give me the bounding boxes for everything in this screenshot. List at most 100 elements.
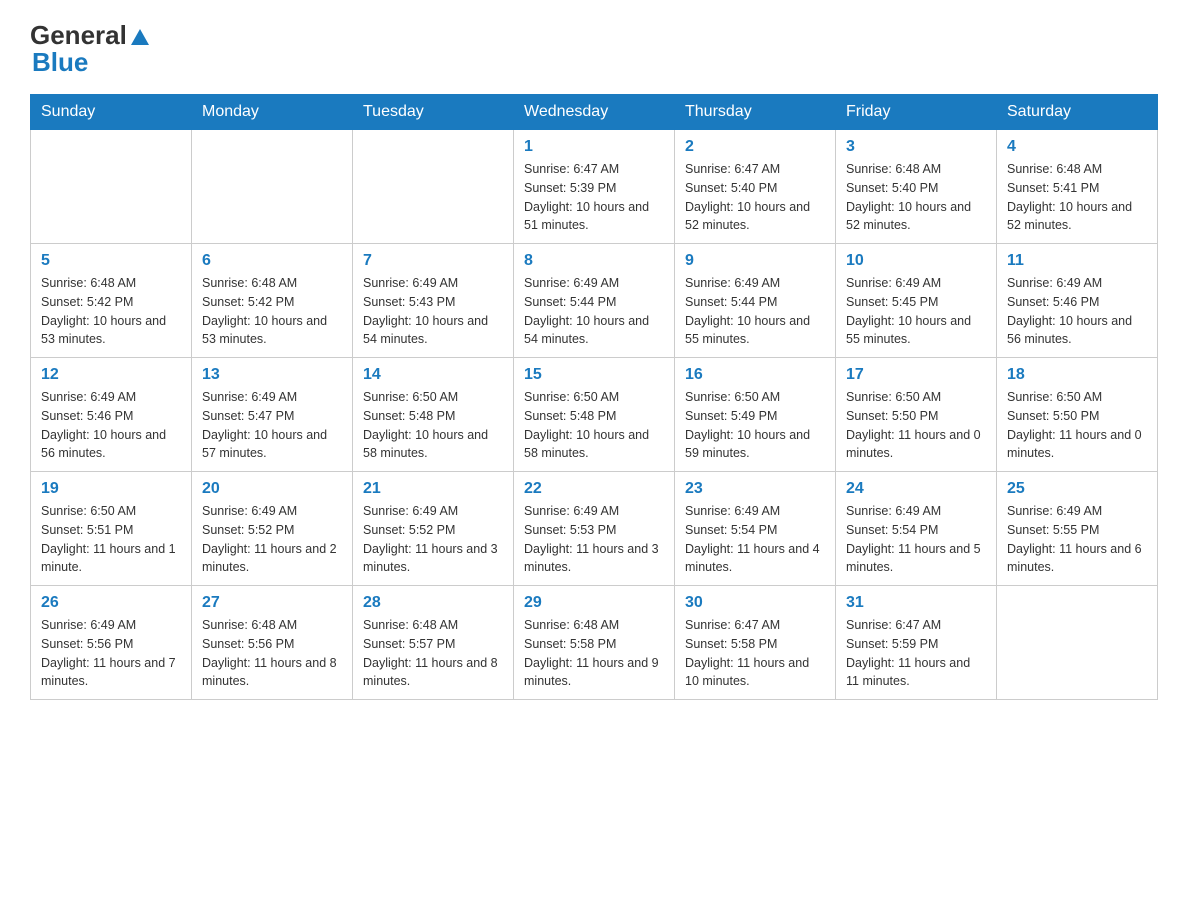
calendar-cell: 3 Sunrise: 6:48 AM Sunset: 5:40 PM Daylig…	[836, 130, 997, 244]
calendar-cell: 25 Sunrise: 6:49 AM Sunset: 5:55 PM Dayli…	[997, 472, 1158, 586]
day-info: Sunrise: 6:47 AM Sunset: 5:59 PM Dayligh…	[846, 616, 986, 691]
day-number: 17	[846, 366, 986, 384]
day-info: Sunrise: 6:47 AM Sunset: 5:39 PM Dayligh…	[524, 160, 664, 235]
day-info: Sunrise: 6:48 AM Sunset: 5:58 PM Dayligh…	[524, 616, 664, 691]
calendar-table: SundayMondayTuesdayWednesdayThursdayFrid…	[30, 94, 1158, 700]
day-number: 18	[1007, 366, 1147, 384]
calendar-cell: 24 Sunrise: 6:49 AM Sunset: 5:54 PM Dayli…	[836, 472, 997, 586]
day-info: Sunrise: 6:48 AM Sunset: 5:40 PM Dayligh…	[846, 160, 986, 235]
day-info: Sunrise: 6:48 AM Sunset: 5:42 PM Dayligh…	[202, 274, 342, 349]
day-info: Sunrise: 6:49 AM Sunset: 5:53 PM Dayligh…	[524, 502, 664, 577]
day-info: Sunrise: 6:48 AM Sunset: 5:41 PM Dayligh…	[1007, 160, 1147, 235]
logo: General Blue	[30, 20, 151, 78]
logo-triangle-icon	[129, 26, 151, 48]
day-number: 31	[846, 594, 986, 612]
calendar-cell: 6 Sunrise: 6:48 AM Sunset: 5:42 PM Daylig…	[192, 244, 353, 358]
day-number: 22	[524, 480, 664, 498]
calendar-week-row: 5 Sunrise: 6:48 AM Sunset: 5:42 PM Daylig…	[31, 244, 1158, 358]
calendar-week-row: 12 Sunrise: 6:49 AM Sunset: 5:46 PM Dayli…	[31, 358, 1158, 472]
calendar-cell: 21 Sunrise: 6:49 AM Sunset: 5:52 PM Dayli…	[353, 472, 514, 586]
day-info: Sunrise: 6:50 AM Sunset: 5:48 PM Dayligh…	[524, 388, 664, 463]
calendar-cell: 17 Sunrise: 6:50 AM Sunset: 5:50 PM Dayli…	[836, 358, 997, 472]
day-number: 16	[685, 366, 825, 384]
day-info: Sunrise: 6:47 AM Sunset: 5:58 PM Dayligh…	[685, 616, 825, 691]
calendar-week-row: 1 Sunrise: 6:47 AM Sunset: 5:39 PM Daylig…	[31, 130, 1158, 244]
day-number: 19	[41, 480, 181, 498]
day-number: 12	[41, 366, 181, 384]
day-number: 10	[846, 252, 986, 270]
day-info: Sunrise: 6:50 AM Sunset: 5:50 PM Dayligh…	[846, 388, 986, 463]
calendar-cell: 31 Sunrise: 6:47 AM Sunset: 5:59 PM Dayli…	[836, 586, 997, 700]
calendar-cell: 28 Sunrise: 6:48 AM Sunset: 5:57 PM Dayli…	[353, 586, 514, 700]
day-number: 3	[846, 138, 986, 156]
calendar-cell: 13 Sunrise: 6:49 AM Sunset: 5:47 PM Dayli…	[192, 358, 353, 472]
day-number: 25	[1007, 480, 1147, 498]
day-number: 7	[363, 252, 503, 270]
day-number: 8	[524, 252, 664, 270]
day-info: Sunrise: 6:49 AM Sunset: 5:43 PM Dayligh…	[363, 274, 503, 349]
calendar-cell: 27Sunrise: 6:48 AM Sunset: 5:56 PM Dayli…	[192, 586, 353, 700]
calendar-week-row: 26 Sunrise: 6:49 AM Sunset: 5:56 PM Dayli…	[31, 586, 1158, 700]
calendar-cell: 12 Sunrise: 6:49 AM Sunset: 5:46 PM Dayli…	[31, 358, 192, 472]
day-info: Sunrise: 6:49 AM Sunset: 5:46 PM Dayligh…	[41, 388, 181, 463]
day-number: 29	[524, 594, 664, 612]
day-info: Sunrise: 6:48 AM Sunset: 5:57 PM Dayligh…	[363, 616, 503, 691]
day-number: 27	[202, 594, 342, 612]
day-number: 6	[202, 252, 342, 270]
calendar-header-row: SundayMondayTuesdayWednesdayThursdayFrid…	[31, 95, 1158, 130]
calendar-cell: 19 Sunrise: 6:50 AM Sunset: 5:51 PM Dayli…	[31, 472, 192, 586]
column-header-sunday: Sunday	[31, 95, 192, 130]
day-info: Sunrise: 6:49 AM Sunset: 5:45 PM Dayligh…	[846, 274, 986, 349]
day-number: 24	[846, 480, 986, 498]
calendar-cell: 11 Sunrise: 6:49 AM Sunset: 5:46 PM Dayli…	[997, 244, 1158, 358]
day-number: 11	[1007, 252, 1147, 270]
day-info: Sunrise: 6:49 AM Sunset: 5:54 PM Dayligh…	[846, 502, 986, 577]
calendar-cell: 14Sunrise: 6:50 AM Sunset: 5:48 PM Dayli…	[353, 358, 514, 472]
day-info: Sunrise: 6:49 AM Sunset: 5:47 PM Dayligh…	[202, 388, 342, 463]
day-number: 14	[363, 366, 503, 384]
calendar-cell: 23Sunrise: 6:49 AM Sunset: 5:54 PM Dayli…	[675, 472, 836, 586]
day-number: 4	[1007, 138, 1147, 156]
calendar-cell: 2 Sunrise: 6:47 AM Sunset: 5:40 PM Daylig…	[675, 130, 836, 244]
day-number: 28	[363, 594, 503, 612]
day-info: Sunrise: 6:50 AM Sunset: 5:50 PM Dayligh…	[1007, 388, 1147, 463]
column-header-tuesday: Tuesday	[353, 95, 514, 130]
calendar-cell: 5 Sunrise: 6:48 AM Sunset: 5:42 PM Daylig…	[31, 244, 192, 358]
day-number: 5	[41, 252, 181, 270]
day-number: 26	[41, 594, 181, 612]
day-info: Sunrise: 6:49 AM Sunset: 5:44 PM Dayligh…	[685, 274, 825, 349]
day-number: 2	[685, 138, 825, 156]
calendar-cell: 18 Sunrise: 6:50 AM Sunset: 5:50 PM Dayli…	[997, 358, 1158, 472]
day-number: 15	[524, 366, 664, 384]
calendar-cell: 26 Sunrise: 6:49 AM Sunset: 5:56 PM Dayli…	[31, 586, 192, 700]
day-number: 9	[685, 252, 825, 270]
calendar-cell	[192, 130, 353, 244]
calendar-cell: 4 Sunrise: 6:48 AM Sunset: 5:41 PM Daylig…	[997, 130, 1158, 244]
day-info: Sunrise: 6:49 AM Sunset: 5:44 PM Dayligh…	[524, 274, 664, 349]
day-info: Sunrise: 6:47 AM Sunset: 5:40 PM Dayligh…	[685, 160, 825, 235]
day-number: 23	[685, 480, 825, 498]
calendar-cell	[997, 586, 1158, 700]
day-number: 13	[202, 366, 342, 384]
day-info: Sunrise: 6:49 AM Sunset: 5:52 PM Dayligh…	[202, 502, 342, 577]
column-header-thursday: Thursday	[675, 95, 836, 130]
calendar-cell: 7 Sunrise: 6:49 AM Sunset: 5:43 PM Daylig…	[353, 244, 514, 358]
calendar-cell: 22 Sunrise: 6:49 AM Sunset: 5:53 PM Dayli…	[514, 472, 675, 586]
day-info: Sunrise: 6:49 AM Sunset: 5:56 PM Dayligh…	[41, 616, 181, 691]
day-number: 21	[363, 480, 503, 498]
calendar-week-row: 19 Sunrise: 6:50 AM Sunset: 5:51 PM Dayli…	[31, 472, 1158, 586]
column-header-monday: Monday	[192, 95, 353, 130]
day-info: Sunrise: 6:49 AM Sunset: 5:52 PM Dayligh…	[363, 502, 503, 577]
day-info: Sunrise: 6:49 AM Sunset: 5:55 PM Dayligh…	[1007, 502, 1147, 577]
calendar-cell: 16 Sunrise: 6:50 AM Sunset: 5:49 PM Dayli…	[675, 358, 836, 472]
day-info: Sunrise: 6:49 AM Sunset: 5:46 PM Dayligh…	[1007, 274, 1147, 349]
day-number: 20	[202, 480, 342, 498]
day-info: Sunrise: 6:48 AM Sunset: 5:42 PM Dayligh…	[41, 274, 181, 349]
day-info: Sunrise: 6:50 AM Sunset: 5:49 PM Dayligh…	[685, 388, 825, 463]
day-number: 1	[524, 138, 664, 156]
day-info: Sunrise: 6:50 AM Sunset: 5:51 PM Dayligh…	[41, 502, 181, 577]
calendar-cell: 15 Sunrise: 6:50 AM Sunset: 5:48 PM Dayli…	[514, 358, 675, 472]
column-header-friday: Friday	[836, 95, 997, 130]
day-number: 30	[685, 594, 825, 612]
logo-blue: Blue	[32, 47, 88, 78]
